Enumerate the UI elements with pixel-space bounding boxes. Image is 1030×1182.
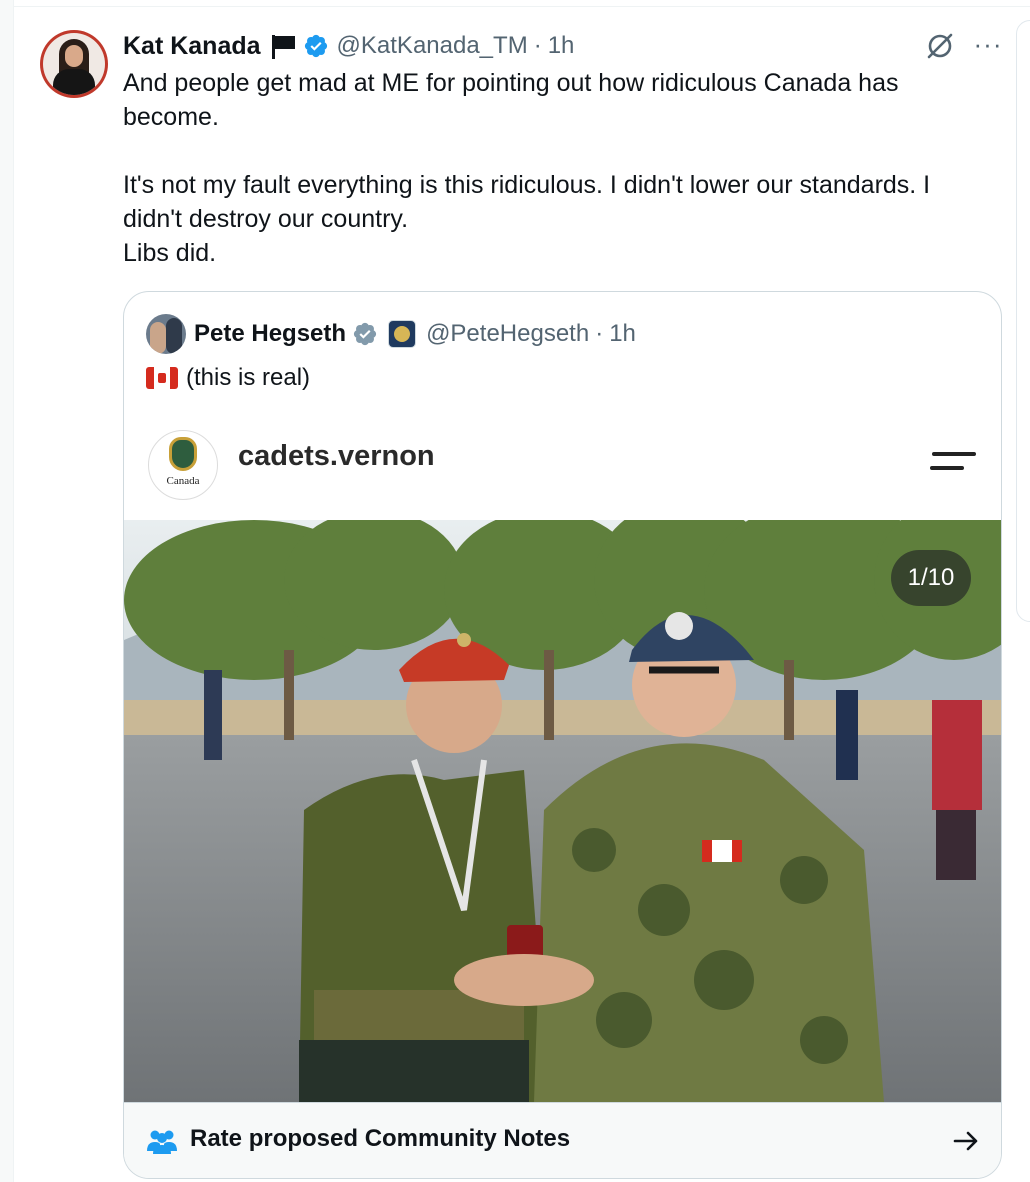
quoted-media[interactable]: Canada cadets.vernon 1/10 [124, 418, 1001, 1102]
arrow-right-icon[interactable] [952, 1127, 980, 1155]
quoted-timestamp[interactable]: 1h [609, 320, 636, 348]
quoted-author-name[interactable]: Pete Hegseth [194, 320, 346, 348]
account-logo: Canada [148, 430, 218, 500]
seal-icon [394, 326, 411, 342]
author-display-name[interactable]: Kat Kanada [123, 32, 261, 61]
author-handle[interactable]: @KatKanada_TM [337, 32, 528, 60]
verified-badge-icon[interactable] [303, 33, 329, 59]
tweet-header: Kat Kanada @KatKanada_TM · 1h [123, 28, 574, 64]
tweet-text-line: It's not my fault everything is this rid… [123, 171, 931, 233]
community-notes-bar[interactable]: Rate proposed Community Notes [124, 1102, 1001, 1178]
separator-dot: · [533, 32, 542, 59]
community-notes-label[interactable]: Rate proposed Community Notes [190, 1125, 570, 1153]
quoted-tweet-header: Pete Hegseth @PeteHegseth · 1h [146, 314, 636, 354]
quoted-author-handle[interactable]: @PeteHegseth [426, 320, 589, 348]
flag-icon [269, 32, 297, 60]
community-notes-icon [147, 1130, 177, 1154]
tweet-timestamp[interactable]: 1h [548, 32, 575, 60]
grok-icon[interactable] [924, 30, 956, 62]
flag-band [146, 367, 154, 389]
quoted-tweet-card[interactable]: Pete Hegseth @PeteHegseth · 1h (this is … [123, 291, 1002, 1179]
tweet-text-line: And people get mad at ME for pointing ou… [123, 69, 899, 131]
avatar-body [53, 69, 95, 95]
separator-dot: · [595, 320, 604, 347]
left-rail [0, 0, 14, 1182]
avatar-face [65, 45, 83, 67]
avatar-photo [43, 33, 105, 95]
instagram-account-name: cadets.vernon [238, 440, 435, 472]
avatar-figure [150, 322, 166, 354]
right-side-panel [1016, 20, 1030, 622]
quoted-author-avatar[interactable] [146, 314, 186, 354]
menu-icon [930, 446, 976, 476]
tweet-page: Kat Kanada @KatKanada_TM · 1h ··· And pe… [0, 0, 1030, 1182]
tweet-text-line: Libs did. [123, 239, 217, 267]
top-divider [13, 6, 1030, 7]
verified-badge-icon[interactable] [352, 321, 378, 347]
flag-band [170, 367, 178, 389]
menu-line [932, 452, 976, 456]
tweet-text: And people get mad at ME for pointing ou… [123, 66, 993, 270]
more-icon[interactable]: ··· [972, 30, 1004, 62]
cadet-photo: 1/10 [124, 520, 1001, 1102]
affiliation-badge-icon[interactable] [388, 320, 417, 348]
quoted-text-content: (this is real) [186, 364, 311, 391]
logo-wordmark: Canada [166, 475, 200, 487]
maple-leaf [158, 373, 166, 383]
author-avatar[interactable] [40, 30, 108, 98]
menu-line [930, 466, 964, 470]
flag-cloth [274, 36, 295, 49]
carousel-counter: 1/10 [891, 550, 971, 606]
avatar-figure [166, 318, 182, 354]
instagram-header: Canada cadets.vernon [124, 418, 1001, 520]
canada-flag-icon [146, 367, 178, 389]
quoted-tweet-text: (this is real) [146, 361, 310, 395]
crest-icon [169, 437, 197, 471]
photo-illustration [124, 520, 1001, 1102]
